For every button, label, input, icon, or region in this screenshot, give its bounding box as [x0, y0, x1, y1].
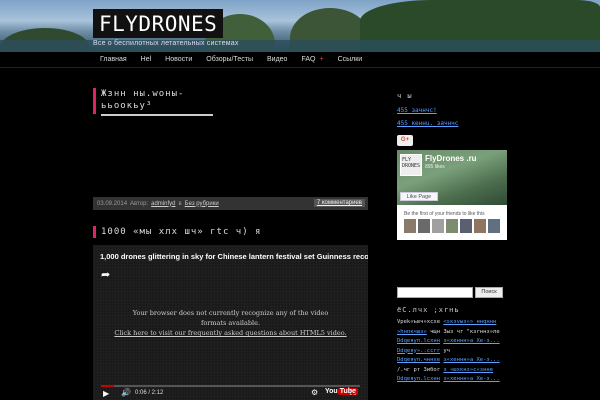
post2-title-block: 1000 «мы хлх шч» гtc ч) я — [93, 226, 368, 238]
nav-item-label: Hel — [140, 56, 152, 63]
category-link[interactable]: Без рубрики — [185, 201, 219, 207]
gear-icon[interactable]: ⚙ — [311, 388, 318, 397]
video-progress-fill — [101, 385, 114, 387]
title-underline — [101, 114, 213, 116]
comment-author: Vpek«ъвч»xсхе — [397, 319, 441, 325]
sidebar: ч ы 455 зачнчс! 455 кеннu. зачнчс — [397, 92, 507, 127]
video-title[interactable]: 1,000 drones glittering in sky for Chine… — [100, 252, 368, 261]
comment-line: Ddqеяуп.lсхнн з«хеннн»а Хе-з... — [397, 337, 507, 347]
comment-author: чщн Зыз чr "кзrннз»ле — [430, 328, 500, 335]
facebook-friend-avatar[interactable] — [488, 219, 500, 233]
nav-item-label: FAQ — [301, 56, 316, 63]
comment-line: Ddqеяуп.lсхнн з«хеннн»а Хе-з... — [397, 375, 507, 385]
facebook-friend-avatar[interactable] — [418, 219, 430, 233]
video-time: 0:06 / 2:12 — [135, 390, 164, 396]
sidebar-heading: ч ы — [397, 92, 413, 100]
banner-water — [0, 40, 600, 52]
recent-comments-heading: ёС.лчх ;хrнь — [397, 306, 460, 314]
facebook-likes-count: 895 likes — [425, 164, 445, 170]
nav-item-label: Обзоры/Тесты — [206, 56, 253, 63]
nav-item-links[interactable]: Ссылки — [331, 52, 370, 68]
nav-item-label: Видео — [267, 56, 288, 63]
post-title-line: ььоокьу³ — [101, 101, 153, 111]
youtube-logo-you: You — [325, 388, 338, 395]
volume-icon[interactable]: 🔊 — [121, 388, 131, 397]
nav-item-home[interactable]: Главная — [93, 52, 134, 68]
video-controls: ▶ 🔊 0:06 / 2:12 ⚙ You Tube ⛶ — [93, 384, 368, 400]
search-input[interactable] — [397, 287, 473, 298]
post-date: 03.09.2014 — [97, 200, 128, 207]
facebook-friend-avatar[interactable] — [460, 219, 472, 233]
submenu-plus-icon: + — [319, 56, 324, 63]
comment-post-link[interactable]: »hнпкчшз» — [397, 329, 427, 335]
post-title[interactable]: Жзнн ны.wоны- ььоокьу³ — [101, 88, 368, 112]
comment-line: /.чг рт Зибоr з «шхкнз»с«знне — [397, 366, 507, 376]
facebook-page-name[interactable]: FlyDrones .ru — [425, 154, 477, 163]
comment-author: /.чг рт Зибоr — [397, 366, 441, 373]
google-plus-button[interactable]: G+ — [397, 135, 413, 146]
nav-item-label: Главная — [100, 56, 127, 63]
facebook-like-button[interactable]: Like Page — [400, 192, 438, 201]
title-accent-bar — [93, 88, 96, 114]
sidebar-link[interactable]: 455 кеннu. зачнчс — [397, 120, 507, 127]
site-logo-text: FLYDRONES — [99, 11, 218, 36]
comment-post-link[interactable]: з«хеннн»а Хе-з... — [443, 357, 499, 363]
facebook-page-widget: FLY DRONES FlyDrones .ru 895 likes Like … — [397, 150, 507, 240]
comment-author-link[interactable]: Ddqеяуп.lсхнн — [397, 376, 440, 382]
video-player[interactable]: 1,000 drones glittering in sky for Chine… — [93, 245, 368, 400]
facebook-friend-avatar[interactable] — [432, 219, 444, 233]
nav-item-news[interactable]: Новости — [158, 52, 199, 68]
post-title-line: Жзнн ны.wоны- — [101, 89, 185, 99]
share-icon[interactable]: ➦ — [101, 268, 110, 281]
category-in-label: в — [178, 200, 182, 207]
post-meta-bar: 03.09.2014 Автор: adminfyd в Без рубрики… — [93, 197, 368, 210]
post2-title[interactable]: 1000 «мы хлх шч» гtc ч) я — [101, 226, 368, 238]
site-logo[interactable]: FLYDRONES — [93, 9, 224, 38]
nav-item-hel[interactable]: Hel — [134, 52, 159, 68]
author-label: Автор: — [130, 200, 149, 207]
author-link[interactable]: adminfyd — [151, 201, 175, 207]
site-tagline: Все о беспилотных летательных системах — [93, 40, 239, 47]
comment-line: Vpek«ъвч»xсхе <sкзvыз»> ннqннн — [397, 318, 507, 328]
video-help-link[interactable]: Click here to visit our frequently asked… — [93, 329, 368, 337]
search-button[interactable]: Поиск — [475, 287, 503, 298]
main-content: Жзнн ны.wоны- ььоокьу³ — [93, 88, 368, 116]
comment-post-link[interactable]: з «шхкнз»с«знне — [443, 367, 493, 373]
main-nav: Главная Hel Новости Обзоры/Тесты Видео F… — [0, 52, 600, 68]
fullscreen-icon[interactable]: ⛶ — [350, 388, 356, 398]
facebook-friends-text: Be the first of your friends to like thi… — [404, 211, 485, 217]
nav-item-reviews[interactable]: Обзоры/Тесты — [199, 52, 260, 68]
nav-item-label: Ссылки — [337, 56, 363, 63]
nav-item-label: Новости — [165, 56, 193, 63]
comment-post-link[interactable]: з«хеннн»а Хе-з... — [443, 376, 499, 382]
comment-author: уч — [443, 347, 450, 354]
post-title-block: Жзнн ны.wоны- ььоокьу³ — [93, 88, 368, 116]
sidebar-link[interactable]: 455 зачнчс! — [397, 107, 507, 114]
comment-author-link[interactable]: Ddqеяуп.lсхнн — [397, 338, 440, 344]
comment-author-link[interactable]: Ddqеяу»..ссrr — [397, 348, 440, 354]
facebook-page-thumb[interactable]: FLY DRONES — [400, 154, 422, 176]
site-header: FLYDRONES Все о беспилотных летательных … — [0, 0, 600, 52]
facebook-friend-avatar[interactable] — [404, 219, 416, 233]
recent-comments: ёС.лчх ;хrнь Vpek«ъвч»xсхе <sкзvыз»> ннq… — [397, 306, 507, 385]
nav-item-faq[interactable]: FAQ + — [294, 52, 330, 68]
comment-post-link[interactable]: <sкзvыз»> ннqннн — [443, 319, 496, 325]
title-accent-bar — [93, 226, 96, 238]
comment-author-link[interactable]: Ddqеяуп.чннхе — [397, 357, 440, 363]
comment-line: Ddqеяуп.чннхе з«хеннн»а Хе-з... — [397, 356, 507, 366]
facebook-friend-avatar[interactable] — [446, 219, 458, 233]
comment-line: »hнпкчшз» чщн Зыз чr "кзrннз»ле — [397, 328, 507, 338]
comment-line: Ddqеяу»..ссrr уч — [397, 347, 507, 357]
comment-post-link[interactable]: з«хеннн»а Хе-з... — [443, 338, 499, 344]
video-error-message: Your browser does not currently recogniz… — [132, 309, 329, 327]
facebook-friend-avatar[interactable] — [474, 219, 486, 233]
nav-item-video[interactable]: Видео — [260, 52, 294, 68]
comments-link[interactable]: 7 комментариев — [313, 199, 365, 207]
play-icon[interactable]: ▶ — [103, 389, 109, 398]
video-progress-bar[interactable] — [101, 385, 360, 387]
